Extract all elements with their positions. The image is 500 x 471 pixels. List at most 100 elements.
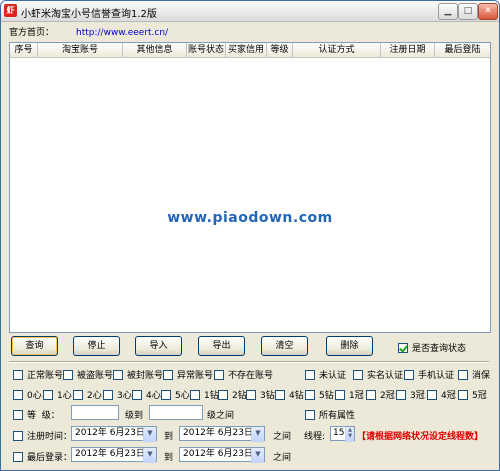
checkbox-box[interactable] — [218, 389, 228, 400]
level-range-checkbox[interactable]: 等 级： — [13, 408, 60, 421]
checkbox-box[interactable] — [305, 389, 315, 400]
checkbox-box[interactable] — [353, 369, 363, 380]
checkbox-box[interactable] — [13, 409, 23, 420]
level-1-crown[interactable]: 1冠 — [335, 388, 364, 401]
level-1-heart[interactable]: 1心 — [43, 388, 72, 401]
col-auth-method[interactable]: 认证方式 — [293, 43, 381, 57]
checkbox-box[interactable] — [398, 342, 408, 353]
filter-normal[interactable]: 正常账号 — [13, 368, 63, 381]
all-attributes-label: 所有属性 — [319, 411, 356, 421]
checkbox-box[interactable] — [132, 389, 142, 400]
level-4-heart[interactable]: 4心 — [132, 388, 161, 401]
delete-button[interactable]: 删除 — [326, 336, 373, 356]
level-4-diamond[interactable]: 4钻 — [275, 388, 304, 401]
chevron-down-icon[interactable]: ▼ — [251, 448, 264, 463]
level-0-heart[interactable]: 0心 — [13, 388, 42, 401]
filter-stolen[interactable]: 被盗账号 — [63, 368, 113, 381]
checkbox-box[interactable] — [13, 369, 23, 380]
checkbox-box[interactable] — [246, 389, 256, 400]
accounts-table[interactable]: 序号 淘宝账号 其他信息 账号状态 买家信用 等级 认证方式 注册日期 最后登陆… — [9, 42, 491, 333]
checkbox-box[interactable] — [73, 389, 83, 400]
checkbox-box[interactable] — [305, 409, 315, 420]
export-button[interactable]: 导出 — [198, 336, 245, 356]
level-5-diamond[interactable]: 5钻 — [305, 388, 334, 401]
filter-phone[interactable]: 手机认证 — [404, 368, 454, 381]
filter-nonexistent[interactable]: 不存在账号 — [214, 368, 273, 381]
level-3-diamond[interactable]: 3钻 — [246, 388, 275, 401]
col-reg-date[interactable]: 注册日期 — [381, 43, 435, 57]
filter-unverified[interactable]: 未认证 — [305, 368, 346, 381]
level-1-diamond[interactable]: 1钻 — [190, 388, 219, 401]
reg-date-to-picker[interactable]: 2012年 6月23日 ▼ — [179, 426, 265, 442]
level-max-input[interactable] — [149, 405, 203, 420]
col-index[interactable]: 序号 — [10, 43, 38, 57]
checkbox-box[interactable] — [396, 389, 406, 400]
col-buyer-credit[interactable]: 买家信用 — [226, 43, 267, 57]
col-level[interactable]: 等级 — [267, 43, 293, 57]
level-5-heart[interactable]: 5心 — [161, 388, 190, 401]
import-button[interactable]: 导入 — [135, 336, 182, 356]
col-other-info[interactable]: 其他信息 — [123, 43, 187, 57]
query-button[interactable]: 查询 — [11, 336, 58, 356]
level-5-crown[interactable]: 5冠 — [458, 388, 487, 401]
level-min-input[interactable] — [71, 405, 119, 420]
checkbox-box[interactable] — [103, 389, 113, 400]
all-attributes-checkbox[interactable]: 所有属性 — [305, 408, 355, 421]
level-4-crown[interactable]: 4冠 — [427, 388, 456, 401]
last-login-checkbox[interactable]: 最后登录： — [13, 450, 72, 463]
filter-consumer-protection[interactable]: 消保 — [458, 368, 490, 381]
reg-time-checkbox[interactable]: 注册时间： — [13, 429, 72, 442]
level-label: 3冠 — [410, 391, 425, 401]
homepage-link[interactable]: http://www.eeert.cn/ — [76, 28, 168, 38]
threads-label: 线程: — [304, 432, 326, 442]
checkbox-box[interactable] — [13, 389, 23, 400]
minimize-icon[interactable]: ▁ — [438, 3, 458, 20]
level-label: 2冠 — [380, 391, 395, 401]
checkbox-box[interactable] — [458, 389, 468, 400]
chevron-down-icon[interactable]: ▼ — [143, 427, 156, 442]
checkbox-box[interactable] — [214, 369, 224, 380]
checkbox-box[interactable] — [366, 389, 376, 400]
checkbox-box[interactable] — [275, 389, 285, 400]
checkbox-box[interactable] — [113, 369, 123, 380]
checkbox-box[interactable] — [404, 369, 414, 380]
login-date-to-picker[interactable]: 2012年 6月23日 ▼ — [179, 447, 265, 463]
checkbox-box[interactable] — [63, 369, 73, 380]
reg-date-from-picker[interactable]: 2012年 6月23日 ▼ — [71, 426, 157, 442]
level-3-crown[interactable]: 3冠 — [396, 388, 425, 401]
query-status-checkbox[interactable]: 是否查询状态 — [398, 341, 466, 354]
checkbox-box[interactable] — [305, 369, 315, 380]
stop-button[interactable]: 停止 — [73, 336, 120, 356]
checkbox-box[interactable] — [458, 369, 468, 380]
checkbox-box[interactable] — [427, 389, 437, 400]
filter-abnormal[interactable]: 异常账号 — [163, 368, 213, 381]
checkbox-box[interactable] — [335, 389, 345, 400]
level-2-diamond[interactable]: 2钻 — [218, 388, 247, 401]
checkbox-box[interactable] — [190, 389, 200, 400]
checkbox-box[interactable] — [13, 430, 23, 441]
col-last-login[interactable]: 最后登陆 — [435, 43, 490, 57]
checkbox-box[interactable] — [13, 451, 23, 462]
reg-to-label: 到 — [164, 432, 174, 442]
chevron-down-icon[interactable]: ▼ — [143, 448, 156, 463]
threads-hint: 【请根据网络状况设定线程数】 — [357, 432, 484, 442]
date-value: 2012年 6月23日 — [183, 428, 253, 438]
clear-button[interactable]: 清空 — [261, 336, 308, 356]
level-label: 3钻 — [260, 391, 275, 401]
col-status[interactable]: 账号状态 — [187, 43, 226, 57]
col-account[interactable]: 淘宝账号 — [38, 43, 123, 57]
level-2-heart[interactable]: 2心 — [73, 388, 102, 401]
filter-banned[interactable]: 被封账号 — [113, 368, 163, 381]
spinner-arrows-icon[interactable]: ▲ ▼ — [345, 427, 354, 442]
chevron-down-icon[interactable]: ▼ — [251, 427, 264, 442]
checkbox-box[interactable] — [43, 389, 53, 400]
maximize-icon[interactable]: □ — [458, 3, 478, 20]
login-date-from-picker[interactable]: 2012年 6月23日 ▼ — [71, 447, 157, 463]
filter-realname[interactable]: 实名认证 — [353, 368, 403, 381]
checkbox-box[interactable] — [163, 369, 173, 380]
close-icon[interactable]: ✕ — [478, 3, 498, 20]
level-2-crown[interactable]: 2冠 — [366, 388, 395, 401]
checkbox-box[interactable] — [161, 389, 171, 400]
level-3-heart[interactable]: 3心 — [103, 388, 132, 401]
threads-spinner[interactable]: 15 ▲ ▼ — [330, 426, 355, 442]
